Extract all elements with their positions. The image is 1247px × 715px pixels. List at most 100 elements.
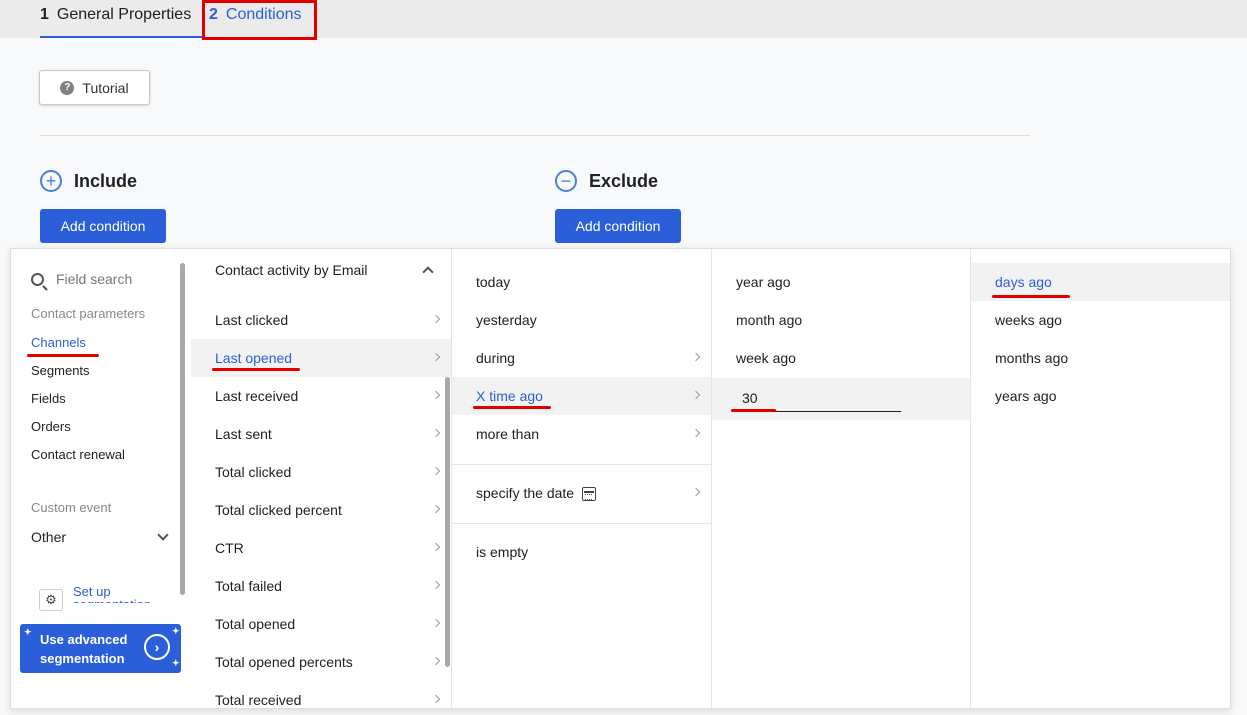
- plus-circle-icon: +: [40, 170, 62, 192]
- list-item[interactable]: Last clicked: [191, 301, 451, 339]
- tutorial-button[interactable]: ? Tutorial: [39, 70, 150, 105]
- time-condition-column: today yesterday during X time ago more t…: [452, 249, 712, 708]
- item-label: months ago: [995, 350, 1069, 366]
- sparkle-icon: ✦: [24, 627, 32, 637]
- item-label: years ago: [995, 388, 1057, 404]
- tutorial-label: Tutorial: [82, 79, 129, 96]
- item-label: Last clicked: [215, 312, 289, 328]
- item-label: yesterday: [476, 312, 537, 328]
- list-item[interactable]: Last sent: [191, 415, 451, 453]
- chevron-right-icon: [431, 618, 441, 628]
- scrollbar[interactable]: [445, 377, 450, 667]
- list-item[interactable]: year ago: [712, 263, 970, 301]
- scrollbar[interactable]: [180, 263, 185, 595]
- item-label: Last opened: [215, 350, 293, 366]
- list-item[interactable]: months ago: [971, 339, 1230, 377]
- sidebar-item-segments[interactable]: Segments: [31, 363, 90, 378]
- divider: [452, 464, 711, 465]
- exclude-title: Exclude: [589, 170, 659, 191]
- chevron-right-icon: [431, 428, 441, 438]
- chevron-right-icon: ›: [144, 634, 170, 660]
- quantity-input[interactable]: 30: [742, 390, 758, 406]
- item-label: weeks ago: [995, 312, 1062, 328]
- quantity-input-row[interactable]: 30: [712, 378, 970, 420]
- group-header[interactable]: Contact activity by Email: [215, 262, 368, 278]
- include-add-condition-button[interactable]: Add condition: [40, 209, 166, 243]
- calendar-icon: [582, 487, 597, 501]
- chevron-right-icon: [691, 487, 701, 497]
- advanced-label-line-2: segmentation: [40, 651, 125, 666]
- include-title: Include: [74, 170, 138, 191]
- sidebar-item-fields[interactable]: Fields: [31, 391, 66, 406]
- exclude-heading: − Exclude: [555, 170, 658, 192]
- setup-segmentation-link[interactable]: ⚙ Set up segmentation: [39, 585, 163, 611]
- chevron-up-icon[interactable]: [422, 266, 434, 278]
- list-item[interactable]: week ago: [712, 339, 970, 377]
- gear-icon: ⚙: [39, 589, 63, 611]
- list-item[interactable]: Total failed: [191, 567, 451, 605]
- search-icon: [31, 272, 44, 286]
- list-item[interactable]: Total clicked: [191, 453, 451, 491]
- search-placeholder: Field search: [56, 271, 133, 287]
- divider: [40, 135, 1030, 136]
- specify-date-item[interactable]: specify the date: [452, 474, 711, 512]
- field-search[interactable]: Field search: [31, 271, 132, 287]
- item-label: is empty: [476, 544, 529, 560]
- tab-number: 1: [40, 6, 49, 23]
- item-label: Total failed: [215, 578, 282, 594]
- chevron-right-icon: [431, 504, 441, 514]
- chevron-right-icon: [691, 352, 701, 362]
- chevron-right-icon: [691, 390, 701, 400]
- item-label: Total opened percents: [215, 654, 353, 670]
- item-label: during: [476, 350, 515, 366]
- custom-event-label: Custom event: [31, 500, 112, 515]
- list-item[interactable]: years ago: [971, 377, 1230, 415]
- exclude-add-condition-button[interactable]: Add condition: [555, 209, 681, 243]
- chevron-down-icon[interactable]: [157, 529, 169, 541]
- chevron-right-icon: [431, 656, 441, 666]
- list-item[interactable]: more than: [452, 415, 711, 453]
- item-label: Total received: [215, 692, 302, 708]
- item-label: today: [476, 274, 511, 290]
- list-item[interactable]: Total opened: [191, 605, 451, 643]
- list-item[interactable]: Last received: [191, 377, 451, 415]
- contact-parameters-label: Contact parameters: [31, 306, 146, 321]
- tab-general-properties[interactable]: 1 General Properties: [40, 4, 202, 38]
- list-item[interactable]: month ago: [712, 301, 970, 339]
- question-icon: ?: [60, 80, 75, 95]
- list-item[interactable]: Total clicked percent: [191, 491, 451, 529]
- list-item[interactable]: Total received: [191, 681, 451, 708]
- list-item[interactable]: during: [452, 339, 711, 377]
- highlight-box: [202, 0, 317, 40]
- item-label: CTR: [215, 540, 244, 556]
- list-item[interactable]: CTR: [191, 529, 451, 567]
- sidebar-item-channels[interactable]: Channels: [31, 335, 86, 350]
- item-label: Last sent: [215, 426, 272, 442]
- advanced-label-line-1: Use advanced: [40, 632, 128, 647]
- list-item[interactable]: yesterday: [452, 301, 711, 339]
- highlight-underline: [27, 354, 99, 357]
- sidebar-item-orders[interactable]: Orders: [31, 419, 71, 434]
- item-label: days ago: [995, 274, 1052, 290]
- chevron-right-icon: [431, 542, 441, 552]
- list-item[interactable]: Total opened percents: [191, 643, 451, 681]
- unit-column: days ago weeks ago months ago years ago: [971, 249, 1230, 708]
- sidebar-item-other[interactable]: Other: [31, 529, 66, 545]
- item-label: Last received: [215, 388, 299, 404]
- list-item[interactable]: X time ago: [452, 377, 711, 415]
- item-label: week ago: [736, 350, 796, 366]
- item-label: Total opened: [215, 616, 296, 632]
- advanced-segmentation-button[interactable]: ✦ Use advanced segmentation › ✦ ✦: [20, 624, 181, 673]
- is-empty-item[interactable]: is empty: [452, 533, 711, 571]
- item-label: specify the date: [476, 485, 575, 501]
- minus-circle-icon: −: [555, 170, 577, 192]
- tab-label: General Properties: [56, 6, 192, 23]
- item-label: Total clicked: [215, 464, 292, 480]
- item-label: year ago: [736, 274, 791, 290]
- list-item[interactable]: today: [452, 263, 711, 301]
- include-heading: + Include: [40, 170, 137, 192]
- condition-dropdown-panel: Field search Contact parameters Channels…: [10, 248, 1231, 709]
- list-item[interactable]: Last opened: [191, 339, 451, 377]
- sidebar-item-contact-renewal[interactable]: Contact renewal: [31, 447, 125, 462]
- list-item[interactable]: weeks ago: [971, 301, 1230, 339]
